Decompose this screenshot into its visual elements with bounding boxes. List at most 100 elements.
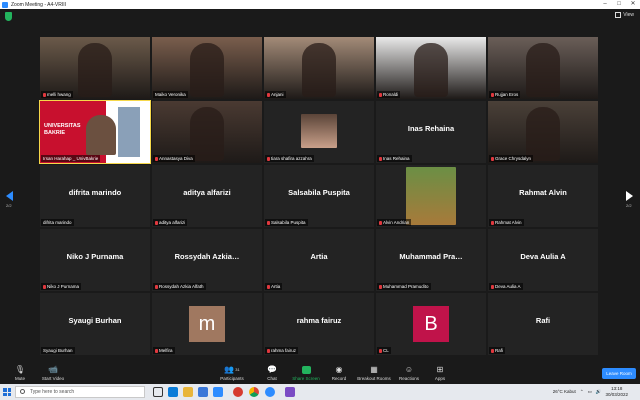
participant-label: Deva Aulia A [489, 283, 523, 290]
maximize-button[interactable]: □ [612, 0, 626, 9]
participant-tile[interactable]: Artia Artia [264, 229, 374, 291]
tray-arrow-icon[interactable]: ⌃ [580, 389, 584, 395]
participant-tile[interactable]: Muhammad Pra… Muhammad Pramudito [376, 229, 486, 291]
participant-label-text: Melfira [159, 348, 173, 353]
participant-tile[interactable]: Rujjan Eros [488, 37, 598, 99]
minimize-button[interactable]: – [598, 0, 612, 9]
mic-muted-icon [155, 348, 158, 353]
participant-count: 31 [235, 367, 240, 372]
window-titlebar: Zoom Meeting - A4-VRIII – □ ✕ [0, 0, 640, 9]
mic-muted-icon [267, 92, 270, 97]
taskbar-search-input[interactable]: Type here to search [15, 386, 145, 398]
breakout-rooms-button[interactable]: ▦ Breakout Rooms [354, 365, 394, 381]
opera-icon[interactable] [233, 387, 243, 397]
apps-button[interactable]: ⊞ Apps [420, 365, 460, 381]
task-view-icon[interactable] [153, 387, 163, 397]
participant-label: difrita marindo [41, 219, 74, 226]
participant-name: aditya alfarizi [183, 188, 231, 197]
participant-tile[interactable]: Niko J Purnama Niko J Purnama [40, 229, 150, 291]
participant-label-text: Ronaldi [383, 92, 399, 97]
participant-tile[interactable]: difrita marindo difrita marindo [40, 165, 150, 227]
start-video-button[interactable]: 📹 Start Video [33, 365, 73, 381]
participant-tile[interactable]: Grace Chrysdalyn [488, 101, 598, 163]
profile-photo [406, 167, 456, 225]
file-explorer-icon[interactable] [183, 387, 193, 397]
close-button[interactable]: ✕ [626, 0, 640, 9]
participant-label-text: Muhammad Pramudito [383, 284, 429, 289]
participant-label-text: Rafi [495, 348, 504, 353]
participant-video [40, 37, 150, 99]
windows-start-icon[interactable] [3, 388, 11, 396]
mic-muted-icon [379, 284, 382, 289]
participant-tile[interactable]: melli hwang [40, 37, 150, 99]
view-button[interactable]: View [615, 12, 634, 18]
window-controls: – □ ✕ [598, 0, 640, 9]
participant-label-text: difrita marindo [43, 220, 72, 225]
participant-video [152, 101, 262, 163]
zoom-taskbar-icon[interactable] [265, 387, 275, 397]
taskbar-clock[interactable]: 13:18 30/03/2022 [605, 386, 628, 397]
store-icon[interactable] [198, 387, 208, 397]
participant-tile[interactable]: Deva Aulia A Deva Aulia A [488, 229, 598, 291]
next-page-button[interactable]: 2/2 [626, 191, 638, 211]
weather-text[interactable]: 26°C Kabut [553, 389, 576, 394]
windows-taskbar: Type here to search 26°C Kabut ⌃ ▭ 🔊 13:… [0, 384, 640, 400]
participant-tile[interactable]: Annastasya Diva [152, 101, 262, 163]
participant-tile[interactable]: UNIVERSITAS BAKRIE Irsan Harahap _ UnivBa… [39, 100, 151, 164]
participant-name: Artia [310, 252, 328, 261]
participants-button[interactable]: 👥 31 Participants [212, 365, 252, 381]
edge-icon[interactable] [168, 387, 178, 397]
participant-tile[interactable]: tiara shafira azzahra [264, 101, 374, 163]
mic-muted-icon [267, 284, 270, 289]
participant-silhouette [526, 107, 560, 161]
participant-label-text: CL [383, 348, 389, 353]
participant-name: Salsabila Puspita [288, 188, 350, 197]
record-button[interactable]: ◉ Record [319, 365, 359, 381]
leave-room-button[interactable]: Leave Room [602, 368, 636, 379]
prev-page-button[interactable]: 2/2 [6, 191, 18, 211]
app-taskbar-icon[interactable] [285, 387, 295, 397]
participant-label: tiara shafira azzahra [265, 155, 314, 162]
building-image [118, 107, 140, 157]
participant-label-text: Annastasya Diva [159, 156, 193, 161]
participant-video [488, 37, 598, 99]
mail-icon[interactable] [213, 387, 223, 397]
participant-label: Ronaldi [377, 91, 401, 98]
participant-label: rahma fairuz [265, 347, 299, 354]
participant-tile[interactable]: Syaugi Burhan Syaugi Burhan [40, 293, 150, 355]
participant-name: Rafi [535, 316, 551, 325]
participant-label: Syaugi Burhan [41, 347, 75, 354]
participant-tile[interactable]: rahma fairuz rahma fairuz [264, 293, 374, 355]
participant-tile[interactable]: Maiko Veronika [152, 37, 262, 99]
participant-label-text: Salsabila Puspita [271, 220, 306, 225]
participant-tile[interactable]: Rafi Rafi [488, 293, 598, 355]
participant-tile[interactable]: B CL [376, 293, 486, 355]
participant-tile[interactable]: m Melfira [152, 293, 262, 355]
participant-tile[interactable]: Ronaldi [376, 37, 486, 99]
participant-silhouette [302, 43, 336, 97]
clock-date: 30/03/2022 [605, 391, 628, 397]
system-tray: 26°C Kabut ⌃ ▭ 🔊 13:18 30/03/2022 [553, 386, 628, 397]
arrow-left-icon [6, 191, 13, 201]
mic-muted-icon [155, 284, 158, 289]
security-shield-icon[interactable] [5, 12, 12, 21]
participant-label-text: Niko J Purnama [47, 284, 80, 289]
participant-label: Alvin Andrian [377, 219, 412, 226]
participant-label: CL [377, 347, 391, 354]
mic-muted-icon [491, 284, 494, 289]
participant-tile[interactable]: Rahmat Alvin Rahmat Alvin [488, 165, 598, 227]
participant-label-text: Artia [271, 284, 281, 289]
participant-video [488, 101, 598, 163]
chrome-icon[interactable] [249, 387, 259, 397]
participant-tile[interactable]: Salsabila Puspita Salsabila Puspita [264, 165, 374, 227]
participant-tile[interactable]: Rossydah Azkia… Rossydah Azkia Alfath [152, 229, 262, 291]
participant-tile[interactable]: Alvin Andrian [376, 165, 486, 227]
video-off-icon: 📹 [48, 365, 58, 374]
participant-tile[interactable]: Anjani [264, 37, 374, 99]
network-icon[interactable]: ▭ [588, 389, 592, 395]
volume-icon[interactable]: 🔊 [596, 389, 602, 395]
participant-tile[interactable]: Inas Rehaina Inas Rehaina [376, 101, 486, 163]
apps-label: Apps [434, 376, 446, 381]
participant-tile[interactable]: aditya alfarizi aditya alfarizi [152, 165, 262, 227]
profile-photo [301, 114, 337, 148]
